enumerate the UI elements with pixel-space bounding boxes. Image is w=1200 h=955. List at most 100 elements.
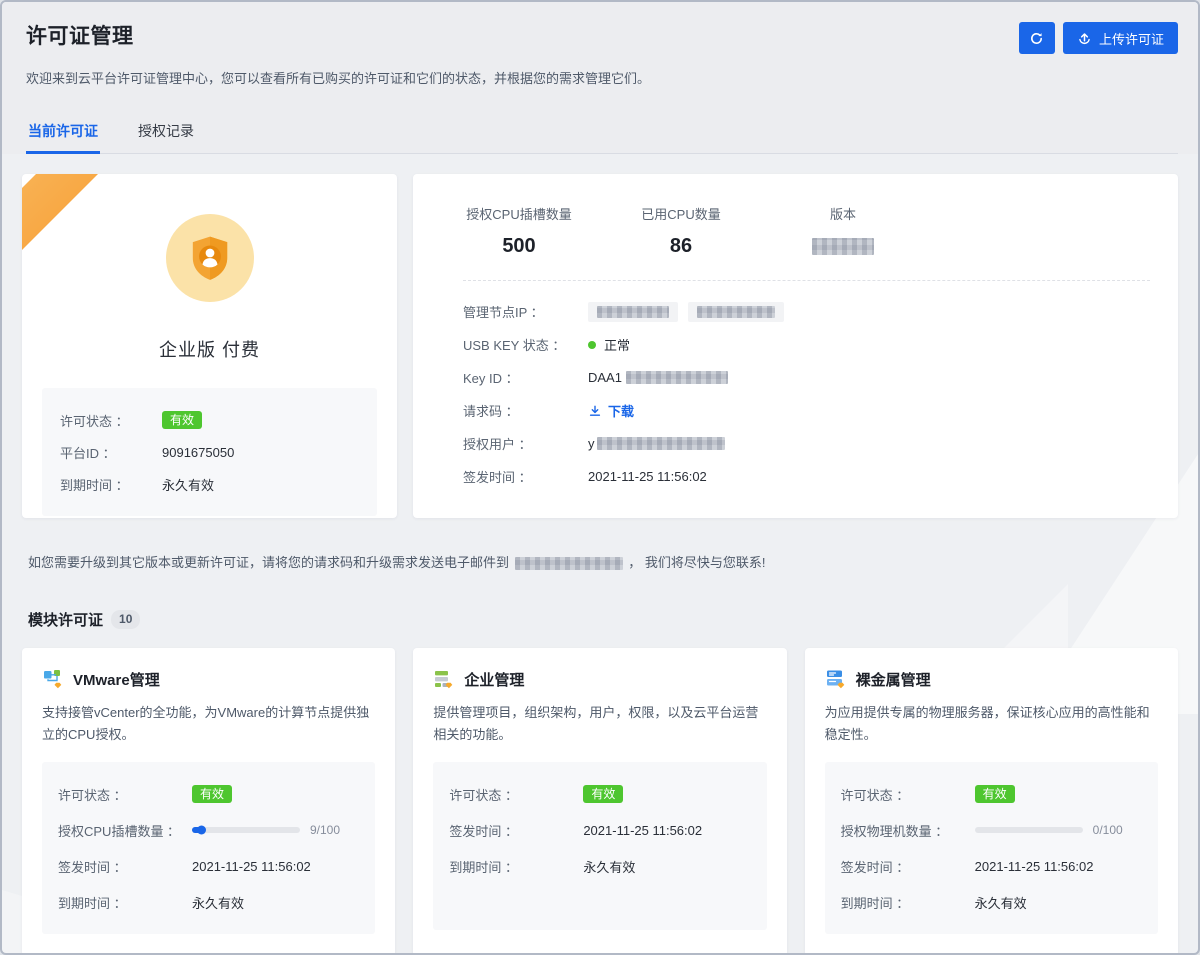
license-status-badge: 有效 (162, 411, 202, 429)
issue-time-row: 签发时间 ： 2021-11-25 11:56:02 (841, 848, 1142, 884)
issue-time-row: 签发时间 ： 2021-11-25 11:56:02 (449, 812, 750, 848)
divider (463, 280, 1150, 281)
key-id-prefix: DAA1 (588, 370, 622, 385)
baremetal-module-icon (825, 668, 847, 690)
platform-id-label: 平台ID ： (60, 443, 162, 462)
issue-time-value: 2021-11-25 11:56:02 (583, 823, 702, 838)
expire-time-label: 到期时间 ： (841, 893, 975, 912)
status-dot-icon (588, 341, 596, 349)
authorized-user-row: 授权用户 ： y (463, 427, 1150, 460)
stat-value: 500 (463, 235, 575, 258)
edition-info-panel: 许可状态 ： 有效 平台ID ： 9091675050 到期时间 ： 永久有效 (42, 388, 377, 516)
expire-time-label: 到期时间 ： (449, 857, 583, 876)
page-subtitle: 欢迎来到云平台许可证管理中心，您可以查看所有已购买的许可证和它们的状态，并根据您… (26, 68, 1178, 87)
usb-key-status-label: USB KEY 状态 ： (463, 335, 588, 354)
edition-name: 企业版 付费 (159, 336, 260, 362)
page-title: 许可证管理 (26, 20, 134, 50)
refresh-icon (1029, 31, 1044, 46)
machine-quota-text: 0/100 (1093, 823, 1123, 837)
issue-time-label: 签发时间 ： (463, 467, 588, 486)
download-request-code-link[interactable]: 下载 (588, 401, 634, 420)
module-description: 支持接管vCenter的全功能，为VMware的计算节点提供独立的CPU授权。 (42, 702, 375, 748)
issue-time-row: 签发时间 ： 2021-11-25 11:56:02 (463, 460, 1150, 493)
license-status-label: 许可状态 ： (58, 785, 192, 804)
upgrade-notice: 如您需要升级到其它版本或更新许可证，请将您的请求码和升级需求发送电子邮件到 ， … (28, 552, 1172, 571)
stat-label: 已用CPU数量 (625, 204, 737, 223)
machine-quota-progressbar (975, 827, 1083, 833)
authorized-user-label: 授权用户 ： (463, 434, 588, 453)
cpu-quota-row: 授权CPU插槽数量 ： 9/100 (58, 812, 359, 848)
license-stats: 授权CPU插槽数量 500 已用CPU数量 86 版本 (463, 200, 1150, 258)
license-detail-card: 授权CPU插槽数量 500 已用CPU数量 86 版本 (413, 174, 1178, 518)
stat-version: 版本 (787, 204, 899, 258)
refresh-button[interactable] (1019, 22, 1055, 54)
upload-license-label: 上传许可证 (1099, 29, 1164, 48)
redacted-ip (597, 306, 669, 318)
platform-id-value: 9091675050 (162, 445, 234, 460)
module-info-panel: 许可状态 ： 有效 签发时间 ： 2021-11-25 11:56:02 到期时… (433, 762, 766, 930)
license-status-badge: 有效 (192, 785, 232, 803)
module-info-panel: 许可状态 ： 有效 授权CPU插槽数量 ： 9/100 签发时间 (42, 762, 375, 934)
stat-authorized-cpu: 授权CPU插槽数量 500 (463, 204, 575, 258)
issue-time-label: 签发时间 ： (58, 857, 192, 876)
corner-ribbon (22, 174, 118, 270)
stat-label: 授权CPU插槽数量 (463, 204, 575, 223)
notice-text-after: ， 我们将尽快与您联系! (628, 555, 765, 570)
expire-time-label: 到期时间 ： (60, 475, 162, 494)
management-ip-chip (588, 302, 678, 322)
usb-key-status-value: 正常 (604, 335, 630, 354)
header-actions: 上传许可证 (1019, 22, 1178, 54)
cpu-quota-text: 9/100 (310, 823, 340, 837)
edition-license-card: 企业版 付费 许可状态 ： 有效 平台ID ： 9091675050 到期时间 … (22, 174, 397, 518)
upload-icon (1077, 31, 1092, 46)
issue-time-value: 2021-11-25 11:56:02 (192, 859, 311, 874)
module-name: 企业管理 (464, 669, 524, 690)
module-description: 提供管理项目，组织架构，用户，权限，以及云平台运营相关的功能。 (433, 702, 766, 748)
license-management-page: 许可证管理 (0, 0, 1200, 955)
module-name: VMware管理 (73, 669, 160, 690)
module-card-enterprise: 企业管理 提供管理项目，组织架构，用户，权限，以及云平台运营相关的功能。 许可状… (413, 648, 786, 955)
stat-version-redacted (787, 235, 899, 258)
issue-time-label: 签发时间 ： (449, 821, 583, 840)
management-ip-label: 管理节点IP ： (463, 302, 588, 321)
expire-time-row: 到期时间 ： 永久有效 (58, 884, 359, 920)
license-status-label: 许可状态 ： (449, 785, 583, 804)
tab-authorization-records[interactable]: 授权记录 (136, 113, 196, 153)
expire-time-label: 到期时间 ： (58, 893, 192, 912)
expire-time-value: 永久有效 (975, 893, 1027, 912)
upload-license-button[interactable]: 上传许可证 (1063, 22, 1178, 54)
license-status-row: 许可状态 ： 有效 (58, 776, 359, 812)
module-card-vmware: VMware管理 支持接管vCenter的全功能，为VMware的计算节点提供独… (22, 648, 395, 955)
tab-current-license[interactable]: 当前许可证 (26, 113, 100, 153)
page-header: 许可证管理 (2, 2, 1198, 154)
enterprise-module-icon (433, 668, 455, 690)
module-license-title: 模块许可证 (28, 609, 103, 630)
issue-time-value: 2021-11-25 11:56:02 (588, 469, 707, 484)
license-status-badge: 有效 (975, 785, 1015, 803)
machine-quota-label: 授权物理机数量 ： (841, 821, 975, 840)
platform-id-row: 平台ID ： 9091675050 (60, 436, 359, 468)
management-ip-chip (688, 302, 784, 322)
license-status-label: 许可状态 ： (841, 785, 975, 804)
download-label: 下载 (608, 401, 634, 420)
content-area: 企业版 付费 许可状态 ： 有效 平台ID ： 9091675050 到期时间 … (2, 154, 1198, 955)
request-code-label: 请求码 ： (463, 401, 588, 420)
issue-time-label: 签发时间 ： (841, 857, 975, 876)
license-status-label: 许可状态 ： (60, 411, 162, 430)
vmware-module-icon (42, 668, 64, 690)
license-status-badge: 有效 (583, 785, 623, 803)
expire-time-value: 永久有效 (162, 475, 214, 494)
cpu-quota-label: 授权CPU插槽数量 ： (58, 821, 192, 840)
issue-time-value: 2021-11-25 11:56:02 (975, 859, 1094, 874)
license-shield-icon (166, 214, 254, 302)
stat-value: 86 (625, 235, 737, 258)
machine-quota-row: 授权物理机数量 ： 0/100 (841, 812, 1142, 848)
redacted-user (597, 437, 725, 450)
module-license-section-head: 模块许可证 10 (28, 609, 1172, 630)
request-code-row: 请求码 ： 下载 (463, 394, 1150, 427)
redacted-key-id (626, 371, 728, 384)
license-status-row: 许可状态 ： 有效 (841, 776, 1142, 812)
key-id-label: Key ID ： (463, 368, 588, 387)
usb-key-status-row: USB KEY 状态 ： 正常 (463, 328, 1150, 361)
expire-time-row: 到期时间 ： 永久有效 (841, 884, 1142, 920)
